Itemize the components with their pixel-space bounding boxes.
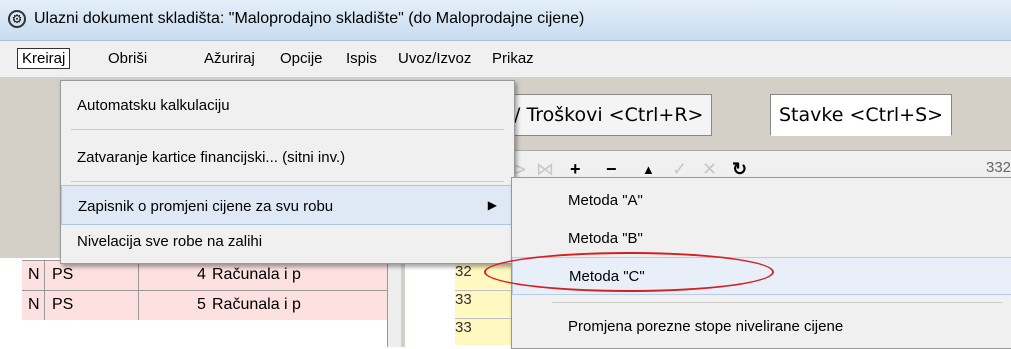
table-row[interactable]: N PS 5 Računala i p xyxy=(22,290,400,320)
submenu-arrow-icon: ▶ xyxy=(487,198,497,212)
grid-scrollbar[interactable] xyxy=(387,258,401,347)
menu-kreiraj[interactable]: Kreiraj xyxy=(17,48,71,69)
table-row[interactable]: N PS 4 Računala i p xyxy=(22,260,400,290)
cell-status: N xyxy=(28,296,40,313)
cell-type: PS xyxy=(52,266,74,283)
tab-stavke[interactable]: Stavke <Ctrl+S> xyxy=(770,94,953,136)
menu-ispis[interactable]: Ispis xyxy=(346,50,377,67)
menu-opcije[interactable]: Opcije xyxy=(280,50,323,67)
menu-item-zatvaranje-kartice[interactable]: Zatvaranje kartice financijski... (sitni… xyxy=(61,137,514,177)
value-cell: 33 xyxy=(455,318,515,345)
submenu-item-promjena-porezne-stope[interactable]: Promjena porezne stope nivelirane cijene xyxy=(512,308,1011,346)
gear-icon: ⚙ xyxy=(8,10,26,28)
window-title: Ulazni dokument skladišta: "Maloprodajno… xyxy=(34,10,585,27)
kreiraj-dropdown-menu: Automatsku kalkulaciju Zatvaranje kartic… xyxy=(60,80,515,264)
highlight-ellipse xyxy=(484,252,774,292)
cell-number: 4 xyxy=(197,266,206,283)
cell-name: Računala i p xyxy=(212,296,301,313)
menu-azuriraj[interactable]: Ažuriraj xyxy=(204,50,255,67)
menu-item-nivelacija[interactable]: Nivelacija sve robe na zalihi xyxy=(61,221,514,261)
cell-number: 5 xyxy=(197,296,206,313)
up-icon[interactable]: ▲ xyxy=(642,162,655,177)
tab-troskovi[interactable]: / Troškovi <Ctrl+R> xyxy=(505,94,713,136)
submenu-item-metoda-a[interactable]: Metoda "A" xyxy=(512,182,1011,220)
record-counter: 332 xyxy=(986,159,1011,176)
menu-bar: Kreiraj Obriši Ažuriraj Opcije Ispis Uvo… xyxy=(0,41,1011,77)
cell-name: Računala i p xyxy=(212,266,301,283)
menu-obrisi[interactable]: Obriši xyxy=(108,50,147,67)
menu-item-zapisnik-promjena-cijene[interactable]: Zapisnik o promjeni cijene za svu robu ▶ xyxy=(61,185,514,225)
cell-status: N xyxy=(28,266,40,283)
menu-item-automatsku-kalkulaciju[interactable]: Automatsku kalkulaciju xyxy=(61,85,514,125)
menu-uvoz-izvoz[interactable]: Uvoz/Izvoz xyxy=(398,50,471,67)
document-grid: N PS 4 Računala i p N PS 5 Računala i p xyxy=(0,258,400,347)
title-bar: ⚙ Ulazni dokument skladišta: "Maloprodaj… xyxy=(0,0,1011,41)
value-cell: 33 xyxy=(455,290,515,317)
cell-type: PS xyxy=(52,296,74,313)
menu-prikaz[interactable]: Prikaz xyxy=(492,50,534,67)
